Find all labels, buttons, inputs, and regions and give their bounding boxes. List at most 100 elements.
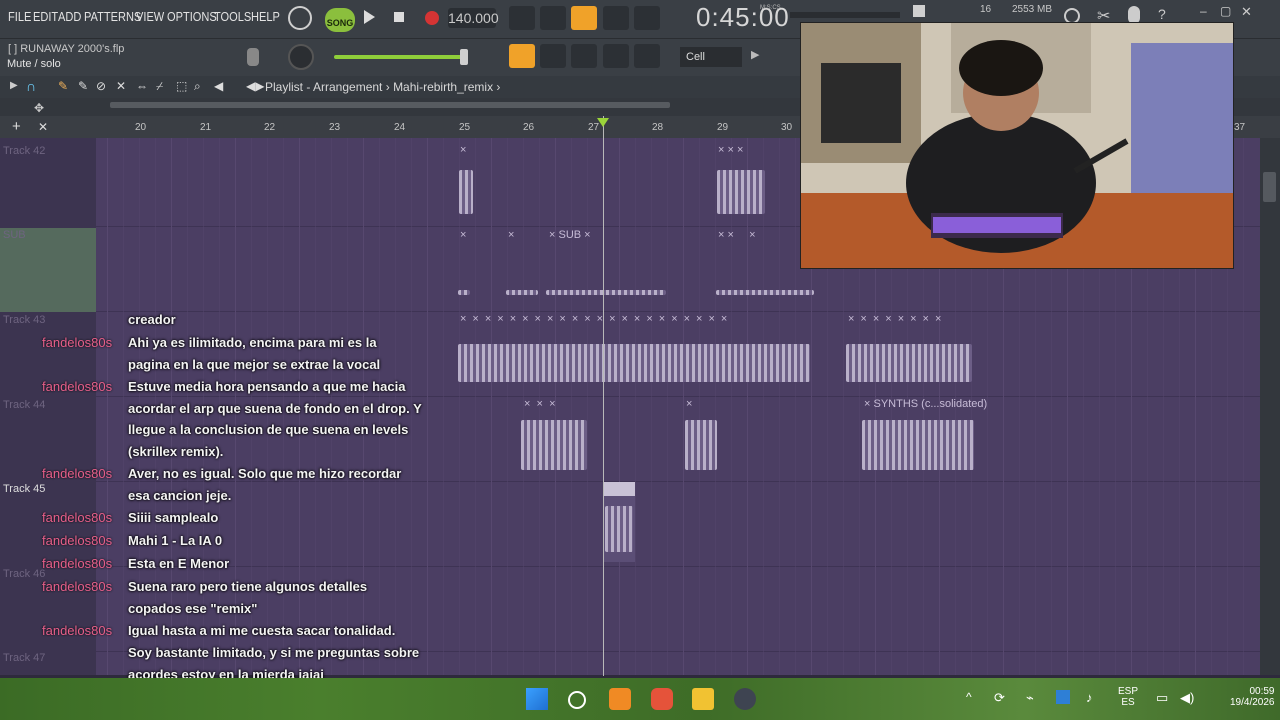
menu-edit[interactable]: EDIT <box>33 9 58 24</box>
playlist-arrows-icon[interactable]: ◀▶ <box>246 79 264 93</box>
fl-studio-icon[interactable] <box>609 688 631 710</box>
horizontal-scrollbar[interactable] <box>110 102 670 108</box>
playlist-menu-arrow-icon[interactable]: ▶ <box>10 80 18 91</box>
sub-clip-label[interactable]: × SUB × <box>549 229 591 241</box>
remove-track-icon[interactable]: ✕ <box>38 120 48 134</box>
playback-tool-icon[interactable]: ◀ <box>214 79 223 93</box>
synth-clip[interactable] <box>685 420 717 470</box>
sub-clip[interactable] <box>506 290 538 295</box>
close-icon[interactable]: ✕ <box>1241 4 1252 20</box>
chat-username: fandelos80s <box>42 335 113 350</box>
metronome-dial-icon[interactable] <box>288 6 312 30</box>
file-explorer-icon[interactable] <box>692 688 714 710</box>
menu-help[interactable]: HELP <box>251 9 280 24</box>
wait-for-input-icon[interactable] <box>634 6 660 30</box>
loop-tool-icon[interactable] <box>540 6 566 30</box>
menu-file[interactable]: FILE <box>8 9 31 24</box>
slip-tool-icon[interactable]: ⇔ <box>136 79 148 93</box>
track-label-43[interactable]: Track 43 <box>3 314 45 326</box>
cpu-value: 16 <box>980 4 992 15</box>
plugin-icon[interactable] <box>634 44 660 68</box>
menu-add[interactable]: ADD <box>58 9 81 24</box>
playhead-marker-icon[interactable] <box>597 118 609 127</box>
synths-clip-label[interactable]: × SYNTHS (c...solidated) <box>864 398 987 410</box>
next-arrow-icon[interactable]: ▶ <box>751 48 759 61</box>
language-primary: ESP <box>1118 686 1139 697</box>
add-track-icon[interactable]: + <box>12 118 21 135</box>
ruler-bar-29: 29 <box>717 122 729 133</box>
maximize-icon[interactable]: ▢ <box>1220 4 1231 18</box>
audio-clip[interactable] <box>717 170 765 214</box>
audio-clip[interactable] <box>459 170 473 214</box>
selected-clip[interactable] <box>603 496 635 562</box>
menu-view[interactable]: VIEW <box>136 9 164 24</box>
tray-chevron-icon[interactable]: ^ <box>966 690 972 704</box>
typing-keyboard-icon[interactable] <box>603 6 629 30</box>
master-pitch-knob[interactable] <box>288 44 314 70</box>
sub-clip[interactable] <box>546 290 666 295</box>
obs-icon[interactable] <box>734 688 756 710</box>
grid-line <box>731 138 732 675</box>
paint-tool-icon[interactable]: ✎ <box>78 79 88 93</box>
track-label-47[interactable]: Track 47 <box>3 652 45 664</box>
system-clock[interactable]: 00:59 19/4/2026 <box>1230 686 1275 708</box>
lock-icon[interactable] <box>247 48 259 66</box>
vertical-scrollbar[interactable] <box>1260 138 1280 675</box>
song-mode-button[interactable]: SONG <box>325 8 355 32</box>
piano-roll-icon[interactable] <box>571 44 597 68</box>
memory-value: 2553 MB <box>1012 4 1053 15</box>
magnet-icon[interactable]: ∩ <box>26 78 36 94</box>
language-indicator[interactable]: ESP ES <box>1118 686 1138 708</box>
snap-selector[interactable]: Cell <box>680 47 742 67</box>
start-windows-icon[interactable] <box>526 688 548 710</box>
network-icon[interactable]: ▭ <box>1156 690 1168 706</box>
menu-options[interactable]: OPTIONS <box>167 9 217 24</box>
pattern-tool-icon[interactable] <box>509 6 535 30</box>
track-label-45[interactable]: Track 45 <box>3 483 45 495</box>
menu-tools[interactable]: TOOLS <box>214 9 251 24</box>
vocal-clip[interactable] <box>846 344 972 382</box>
breadcrumb-pattern[interactable]: Mahi-rebirth_remix <box>393 80 493 94</box>
tray-usb-icon[interactable]: ⌁ <box>1026 690 1034 706</box>
search-icon[interactable] <box>568 691 586 709</box>
step-edit-icon[interactable] <box>571 6 597 30</box>
playlist-button-icon[interactable] <box>509 44 535 68</box>
slice-tool-icon[interactable]: ⌿ <box>156 79 163 94</box>
record-icon[interactable] <box>425 11 439 25</box>
tray-sync-icon[interactable]: ⟳ <box>994 690 1005 706</box>
selected-clip-header[interactable] <box>603 482 635 496</box>
track-label-44[interactable]: Track 44 <box>3 399 45 411</box>
play-icon[interactable] <box>364 10 375 24</box>
delete-tool-icon[interactable]: ⊘ <box>96 79 106 93</box>
tray-mic-icon[interactable]: ♪ <box>1086 690 1093 705</box>
volume-icon[interactable]: ◀) <box>1180 690 1194 706</box>
chat-message-line: Suena raro pero tiene algunos detalles <box>128 579 368 594</box>
brave-browser-icon[interactable] <box>651 688 673 710</box>
stop-icon[interactable] <box>394 12 404 22</box>
mute-tool-icon[interactable]: ✕ <box>116 79 126 93</box>
playhead[interactable] <box>603 116 604 676</box>
minimize-icon[interactable]: – <box>1200 4 1207 18</box>
tempo-display[interactable]: 140.000 <box>448 8 499 28</box>
tray-app-icon[interactable] <box>1056 690 1070 704</box>
ruler-bar-30: 30 <box>781 122 793 133</box>
vertical-scroll-thumb[interactable] <box>1263 172 1276 202</box>
sub-clip[interactable] <box>716 290 814 295</box>
track-label-42[interactable]: Track 42 <box>3 145 45 157</box>
track-label-46[interactable]: Track 46 <box>3 568 45 580</box>
select-tool-icon[interactable]: ⬚ <box>176 79 187 93</box>
arrow-icon[interactable] <box>540 44 566 68</box>
zoom-tool-icon[interactable]: ⌕ <box>194 79 201 94</box>
draw-tool-icon[interactable]: ✎ <box>58 79 68 93</box>
menu-patterns[interactable]: PATTERNS <box>84 9 141 24</box>
vocal-clip[interactable] <box>458 344 810 382</box>
synth-clip[interactable] <box>521 420 587 470</box>
link-icon[interactable] <box>603 44 629 68</box>
sub-clip[interactable] <box>458 290 470 295</box>
master-volume-slider[interactable] <box>334 55 466 59</box>
help-icon[interactable]: ? <box>1158 6 1166 22</box>
zoom-arrows-icon[interactable]: ✥ <box>34 101 44 115</box>
volume-handle[interactable] <box>460 49 468 65</box>
track-label-sub[interactable]: SUB <box>3 229 26 241</box>
synth-clip[interactable] <box>862 420 974 470</box>
